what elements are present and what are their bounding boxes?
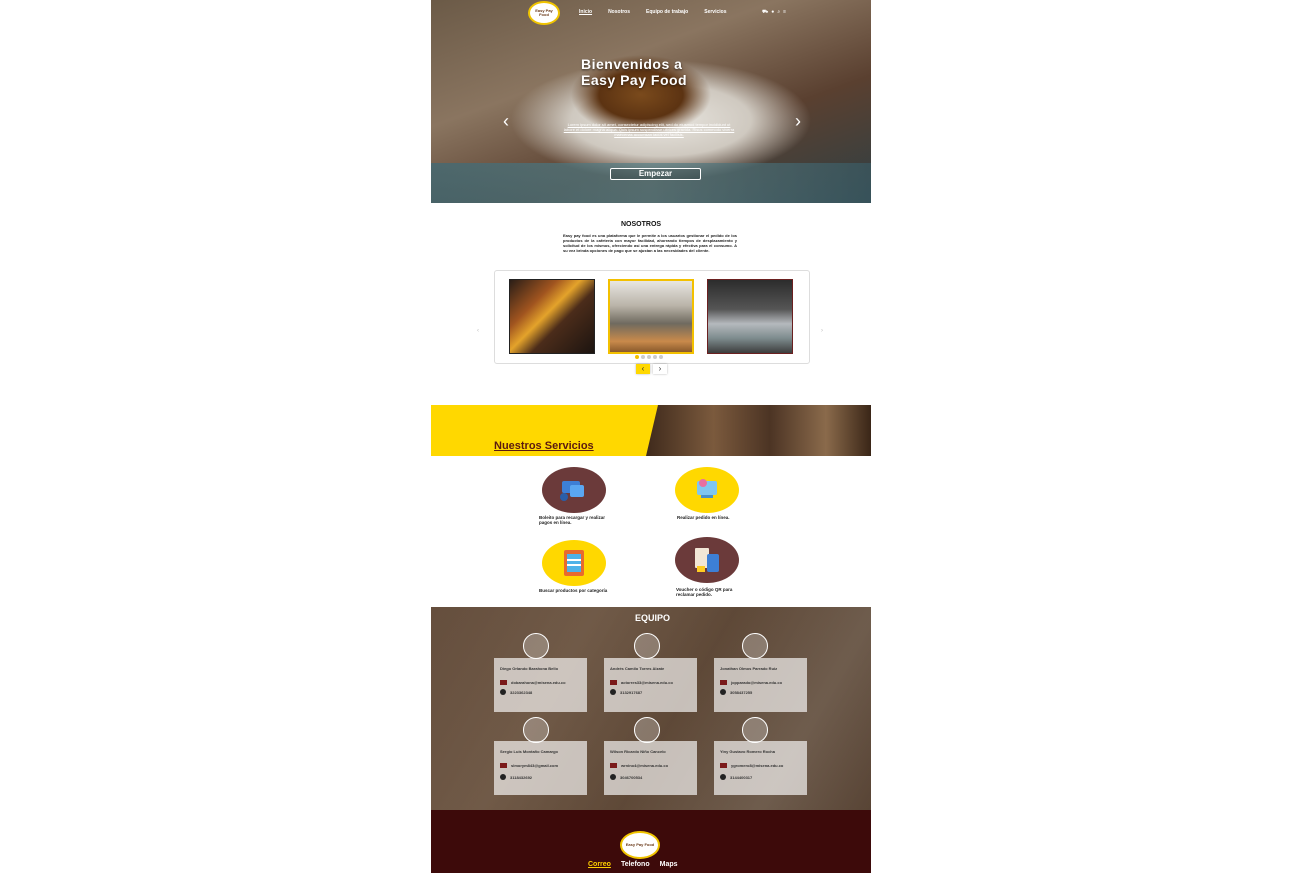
team-card: Yiny Gustavo Romero Rocha ygromero8@mise… [714,741,807,795]
catalog-icon [542,540,606,586]
mail-icon [610,763,617,768]
header-logo-text: Easy Pay Food [535,8,553,17]
menu-icon[interactable]: ≡ [783,9,786,16]
cart-icon[interactable]: ⛟ [762,9,768,16]
carousel-dot[interactable] [653,355,657,359]
footer-logo-text: Easy Pay Food [625,842,655,847]
carousel-image-3[interactable] [707,279,793,354]
carousel-prev-button[interactable]: ‹ [636,364,650,374]
about-carousel [494,270,810,364]
hero-prev-arrow[interactable]: ‹ [503,112,509,130]
hero-title-line1: Bienvenidos a [581,56,683,72]
whatsapp-icon [610,689,616,695]
about-text: Easy pay food es una plataforma que le p… [563,233,737,253]
footer-logo[interactable]: Easy Pay Food [620,831,660,859]
carousel-next-button[interactable]: › [653,364,667,374]
mail-icon [500,763,507,768]
team-member-phone[interactable]: 3223362348 [510,690,532,695]
whatsapp-icon [720,689,726,695]
team-member-phone[interactable]: 3046700534 [620,775,642,780]
footer-link-maps[interactable]: Maps [660,861,678,868]
hero-description: Lorem ipsum dolor sit amet, consectetur … [563,122,735,137]
avatar [634,717,660,743]
team-member-name: Wilson Ricardo Niño Cancelo [610,749,666,754]
hero-title: Bienvenidos a Easy Pay Food [581,56,741,88]
team-card: Jonathan Olmos Parrado Ruiz jopparado@mi… [714,658,807,712]
nav-item-servicios[interactable]: Servicios [704,9,726,15]
team-member-name: Jonathan Olmos Parrado Ruiz [720,666,778,671]
team-member-email[interactable]: wrnino4@misena.edu.co [621,763,668,768]
mail-icon [500,680,507,685]
online-order-icon [675,467,739,513]
service-label-wallet: Boleito para recargar y realizar pagos e… [539,515,606,525]
nav-item-nosotros[interactable]: Nosotros [608,9,630,15]
team-member-phone[interactable]: 3058437255 [730,690,752,695]
team-member-name: Sergio Luis Montaño Camargo [500,749,559,754]
mail-icon [720,763,727,768]
team-member-email[interactable]: actorres33@misena.edu.co [621,680,673,685]
nav-icons: ⛟ ● ⌕ ≡ [762,9,786,16]
whatsapp-icon [500,774,506,780]
carousel-dot[interactable] [635,355,639,359]
nav-item-equipo[interactable]: Equipo de trabajo [646,9,688,15]
carousel-side-prev[interactable]: ‹ [477,328,479,334]
user-icon[interactable]: ● [771,9,774,16]
carousel-side-next[interactable]: › [821,328,823,334]
header-logo[interactable]: Easy Pay Food [528,1,560,25]
start-button[interactable]: Empezar [610,168,701,180]
services-banner-photo [646,405,871,456]
team-member-email[interactable]: dobarahona@misena.edu.co [511,680,566,685]
team-member-name: Andrés Camilo Torres Alzate [610,666,665,671]
nav-item-inicio[interactable]: Inicio [579,9,592,15]
search-icon[interactable]: ⌕ [777,9,780,16]
hero-title-line2: Easy Pay Food [581,72,688,88]
whatsapp-icon [720,774,726,780]
whatsapp-icon [610,774,616,780]
about-title: NOSOTROS [621,221,662,228]
services-title: Nuestros Servicios [494,440,594,452]
mail-icon [720,680,727,685]
team-member-email[interactable]: ygromero8@misena.edu.co [731,763,783,768]
carousel-dot[interactable] [641,355,645,359]
team-card: Diego Orlando Barahona Bello dobarahona@… [494,658,587,712]
service-label-order: Realizar pedido en línea. [677,515,730,520]
carousel-dot[interactable] [659,355,663,359]
team-member-phone[interactable]: 3144400317 [730,775,752,780]
carousel-dot[interactable] [647,355,651,359]
qr-voucher-icon [675,537,739,583]
landing-page: Easy Pay Food Inicio Nosotros Equipo de … [431,0,871,873]
team-card: Sergio Luis Montaño Camargo slmorym843@g… [494,741,587,795]
mail-icon [610,680,617,685]
team-title: EQUIPO [635,613,671,623]
hero-next-arrow[interactable]: › [795,112,801,130]
carousel-dots [635,355,663,359]
avatar [742,633,768,659]
footer-link-telefono[interactable]: Telefono [621,861,650,868]
avatar [742,717,768,743]
avatar [523,633,549,659]
wallet-icon [542,467,606,513]
team-member-phone[interactable]: 3132917687 [620,690,642,695]
carousel-image-2[interactable] [608,279,694,354]
team-member-name: Yiny Gustavo Romero Rocha [720,749,775,754]
whatsapp-icon [500,689,506,695]
avatar [523,717,549,743]
team-card: Andrés Camilo Torres Alzate actorres33@m… [604,658,697,712]
team-member-email[interactable]: slmorym843@gmail.com [511,763,558,768]
team-member-name: Diego Orlando Barahona Bello [500,666,559,671]
team-member-phone[interactable]: 3118432692 [510,775,532,780]
footer-link-correo[interactable]: Correo [588,861,611,868]
service-label-voucher: Voucher o código QR para reclamar pedido… [676,587,733,597]
avatar [634,633,660,659]
main-nav: Inicio Nosotros Equipo de trabajo Servic… [579,9,727,15]
carousel-image-1[interactable] [509,279,595,354]
team-member-email[interactable]: jopparado@misena.edu.co [731,680,782,685]
service-label-catalog: Buscar productos por categoría [539,588,608,593]
team-card: Wilson Ricardo Niño Cancelo wrnino4@mise… [604,741,697,795]
footer-links: Correo Telefono Maps [588,861,678,868]
